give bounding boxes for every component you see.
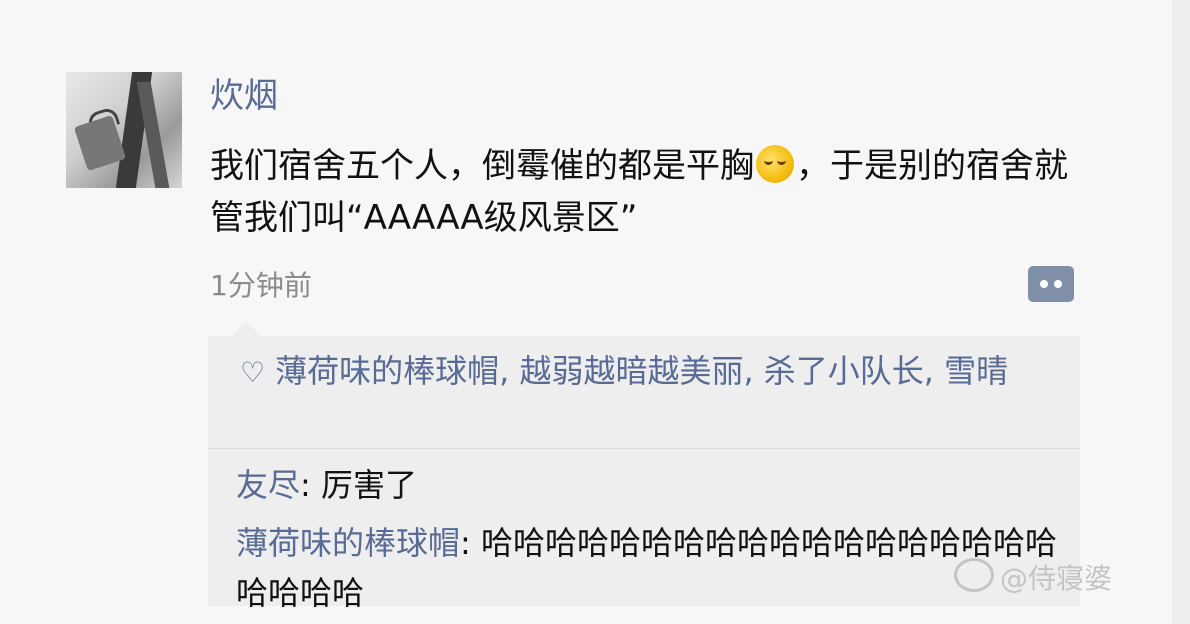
right-edge-strip	[1172, 0, 1190, 624]
comment-action-button[interactable]	[1028, 266, 1074, 302]
comment-dot-icon	[1040, 280, 1048, 288]
likes-names[interactable]: 薄荷味的棒球帽, 越弱越暗越美丽, 杀了小队长, 雪晴	[275, 352, 1008, 390]
likes-list: ♡ 薄荷味的棒球帽, 越弱越暗越美丽, 杀了小队长, 雪晴	[240, 346, 1070, 398]
watermark: @侍寝婆	[954, 558, 1112, 599]
comment-author[interactable]: 友尽	[236, 466, 300, 504]
watermark-text: @侍寝婆	[1000, 562, 1113, 595]
comments-box: ♡ 薄荷味的棒球帽, 越弱越暗越美丽, 杀了小队长, 雪晴 友尽: 厉害了 薄荷味…	[208, 336, 1080, 612]
comment-item[interactable]: 薄荷味的棒球帽: 哈哈哈哈哈哈哈哈哈哈哈哈哈哈哈哈哈哈哈哈哈哈	[236, 518, 1066, 618]
comment-text: 厉害了	[320, 466, 417, 504]
weibo-icon	[954, 558, 994, 592]
post-timestamp: 1分钟前	[210, 269, 312, 302]
likes-divider	[208, 448, 1080, 449]
post-text-part-1: 我们宿舍五个人，倒霉催的都是平胸	[210, 146, 754, 186]
comments-box-arrow	[232, 320, 260, 336]
post-username[interactable]: 炊烟	[210, 74, 278, 118]
comment-separator: :	[460, 524, 481, 562]
avatar[interactable]	[66, 72, 182, 188]
heart-icon: ♡	[240, 356, 266, 389]
comment-dot-icon	[1054, 280, 1062, 288]
comment-author[interactable]: 薄荷味的棒球帽	[236, 524, 460, 562]
comment-item[interactable]: 友尽: 厉害了	[236, 460, 1066, 510]
comment-separator: :	[300, 466, 321, 504]
post-text: 我们宿舍五个人，倒霉催的都是平胸 ，于是别的宿舍就管我们叫“AAAAA级风景区”	[210, 140, 1100, 244]
laughing-crying-emoji-icon	[756, 145, 794, 183]
